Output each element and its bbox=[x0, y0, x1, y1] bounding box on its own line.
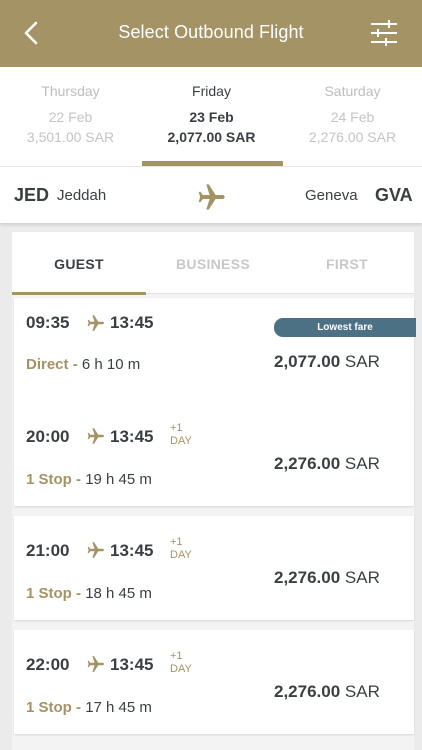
flight-card[interactable]: 21:00 13:45 +1 DAY 1 Stop - 18 h 45 m 2,… bbox=[14, 516, 414, 620]
stops-count: 1 Stop bbox=[26, 699, 72, 716]
fare-amount: 2,276.00 bbox=[274, 454, 341, 473]
date-price: 3,501.00 SAR bbox=[26, 129, 115, 145]
fare-price: 2,077.00 SAR bbox=[274, 352, 380, 372]
airplane-icon bbox=[198, 184, 225, 210]
stops-info: 1 Stop - 18 h 45 m bbox=[26, 585, 152, 602]
date-option-thursday[interactable]: Thursday 22 Feb 3,501.00 SAR bbox=[0, 67, 141, 166]
fare-amount: 2,276.00 bbox=[274, 682, 341, 701]
date-price: 2,276.00 SAR bbox=[308, 129, 397, 145]
stops-count: Direct bbox=[26, 356, 69, 373]
fare-currency: SAR bbox=[344, 568, 380, 587]
date-date: 24 Feb bbox=[330, 109, 375, 125]
tab-business[interactable]: BUSINESS bbox=[146, 232, 280, 294]
stops-separator: - bbox=[76, 699, 82, 716]
flight-duration: 17 h 45 m bbox=[85, 699, 152, 716]
origin-city: Jeddah bbox=[57, 187, 107, 204]
flight-card[interactable]: 20:00 13:45 +1 DAY 1 Stop - 19 h 45 m 2,… bbox=[14, 402, 414, 506]
lowest-fare-badge: Lowest fare bbox=[274, 318, 416, 337]
date-selector: Thursday 22 Feb 3,501.00 SAR Friday 23 F… bbox=[0, 67, 422, 166]
fare-price: 2,276.00 SAR bbox=[274, 454, 380, 474]
stops-separator: - bbox=[76, 585, 82, 602]
date-option-friday[interactable]: Friday 23 Feb 2,077.00 SAR bbox=[141, 67, 283, 166]
fare-currency: SAR bbox=[344, 352, 380, 371]
route-bar: JED Jeddah Geneva GVA bbox=[0, 166, 422, 223]
app-header: Select Outbound Flight bbox=[0, 0, 422, 67]
departure-time: 22:00 bbox=[26, 655, 70, 674]
fare-currency: SAR bbox=[344, 454, 380, 473]
origin-code: JED bbox=[14, 185, 50, 205]
airplane-icon bbox=[87, 542, 104, 558]
fare-amount: 2,077.00 bbox=[274, 352, 341, 371]
departure-time: 09:35 bbox=[26, 313, 70, 332]
date-day: Friday bbox=[192, 83, 231, 99]
date-price: 2,077.00 SAR bbox=[167, 129, 256, 145]
date-date: 22 Feb bbox=[48, 109, 93, 125]
date-option-saturday[interactable]: Saturday 24 Feb 2,276.00 SAR bbox=[282, 67, 422, 166]
flight-card[interactable]: 22:00 13:45 +1 DAY 1 Stop - 17 h 45 m 2,… bbox=[14, 630, 414, 734]
next-day-indicator: +1 DAY bbox=[170, 650, 192, 675]
fare-amount: 2,276.00 bbox=[274, 568, 341, 587]
stops-separator: - bbox=[76, 471, 82, 488]
flight-card[interactable]: 09:35 13:45 Lowest fare Direct - 6 h 10 … bbox=[14, 298, 416, 402]
sliders-icon[interactable] bbox=[370, 19, 398, 47]
destination-city: Geneva bbox=[305, 187, 358, 204]
next-day-indicator: +1 DAY bbox=[170, 536, 192, 561]
date-date: 23 Feb bbox=[189, 109, 234, 125]
airplane-icon bbox=[87, 656, 104, 672]
departure-time: 20:00 bbox=[26, 427, 70, 446]
flight-duration: 18 h 45 m bbox=[85, 585, 152, 602]
stops-info: Direct - 6 h 10 m bbox=[26, 356, 140, 373]
next-day-indicator: +1 DAY bbox=[170, 422, 192, 447]
stops-count: 1 Stop bbox=[26, 471, 72, 488]
date-day: Thursday bbox=[41, 83, 100, 99]
flight-results-panel: GUEST BUSINESS FIRST 09:35 13:45 Lowest … bbox=[12, 232, 416, 750]
fare-price: 2,276.00 SAR bbox=[274, 568, 380, 588]
stops-info: 1 Stop - 17 h 45 m bbox=[26, 699, 152, 716]
fare-price: 2,276.00 SAR bbox=[274, 682, 380, 702]
cabin-tabs: GUEST BUSINESS FIRST bbox=[12, 232, 414, 295]
date-day: Saturday bbox=[324, 83, 381, 99]
stops-separator: - bbox=[72, 356, 78, 373]
airplane-icon bbox=[87, 315, 104, 331]
tab-first[interactable]: FIRST bbox=[280, 232, 414, 294]
departure-time: 21:00 bbox=[26, 541, 70, 560]
page-title: Select Outbound Flight bbox=[118, 22, 304, 42]
arrival-time: 13:45 bbox=[110, 427, 154, 446]
stops-info: 1 Stop - 19 h 45 m bbox=[26, 471, 152, 488]
flight-duration: 19 h 45 m bbox=[85, 471, 152, 488]
destination-code: GVA bbox=[375, 185, 413, 205]
arrival-time: 13:45 bbox=[110, 313, 154, 332]
tab-guest[interactable]: GUEST bbox=[12, 232, 146, 295]
airplane-icon bbox=[87, 428, 104, 444]
flight-duration: 6 h 10 m bbox=[81, 356, 141, 373]
fare-currency: SAR bbox=[344, 682, 380, 701]
arrival-time: 13:45 bbox=[110, 541, 154, 560]
arrival-time: 13:45 bbox=[110, 655, 154, 674]
stops-count: 1 Stop bbox=[26, 585, 72, 602]
